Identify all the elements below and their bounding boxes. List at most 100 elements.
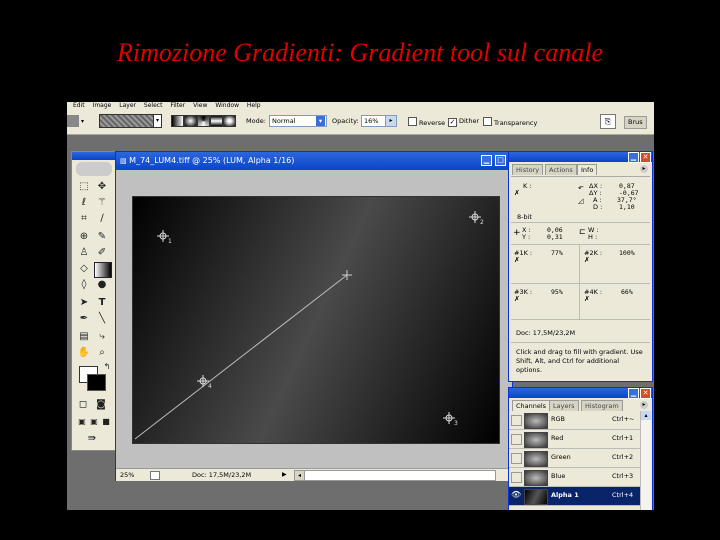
hand-tool-icon[interactable]: ✋ (76, 346, 92, 360)
chevron-down-icon[interactable]: ▾ (81, 118, 84, 125)
visibility-toggle[interactable] (511, 434, 522, 445)
reflected-gradient-icon[interactable] (210, 115, 223, 127)
crosshair-icon: + (513, 228, 521, 238)
notes-tool-icon[interactable]: ▤ (76, 330, 92, 344)
magic-wand-tool-icon[interactable]: ⚚ (94, 196, 110, 210)
screen-mode-full-icon[interactable]: ■ (98, 415, 114, 429)
mode-select[interactable]: Normal ▾ (269, 115, 327, 127)
quick-mask-mode-icon[interactable]: ◙ (93, 398, 109, 412)
dither-checkbox[interactable]: ✓ (448, 118, 457, 127)
menu-layer[interactable]: Layer (119, 102, 136, 109)
radial-gradient-icon[interactable] (184, 115, 197, 127)
menu-select[interactable]: Select (144, 102, 163, 109)
path-selection-tool-icon[interactable]: ➤ (76, 296, 92, 310)
distance-label: D : (593, 203, 603, 211)
document-titlebar[interactable]: ▧ M_74_LUM4.tiff @ 25% (LUM, Alpha 1/16)… (116, 152, 512, 170)
reverse-checkbox[interactable] (408, 117, 417, 126)
tool-preset-icon[interactable] (67, 115, 79, 127)
eye-icon[interactable]: 👁 (511, 490, 521, 499)
maximize-icon[interactable]: □ (495, 155, 506, 166)
channel-row-alpha-1[interactable]: 👁 Alpha 1 Ctrl+4 (509, 487, 640, 506)
channel-list: RGB Ctrl+~ Red Ctrl+1 Green Ctrl+2 Blue … (509, 411, 640, 510)
channel-row-blue[interactable]: Blue Ctrl+3 (509, 468, 640, 487)
chevron-down-icon[interactable]: ▾ (316, 116, 325, 126)
tab-history[interactable]: History (512, 164, 544, 175)
gradient-tool-icon[interactable] (94, 262, 112, 278)
crop-tool-icon[interactable]: ⌗ (76, 212, 92, 226)
zoom-tool-icon[interactable]: ⌕ (94, 346, 110, 360)
channel-row-red[interactable]: Red Ctrl+1 (509, 430, 640, 449)
image-canvas[interactable]: 1 2 3 4 (132, 196, 500, 444)
visibility-toggle[interactable] (511, 415, 522, 426)
tab-histogram[interactable]: Histogram (581, 400, 623, 411)
move-tool-icon[interactable]: ✥ (94, 180, 110, 194)
visibility-toggle[interactable] (511, 472, 522, 483)
channel-list-scrollbar[interactable]: ▴ (640, 411, 651, 510)
menu-image[interactable]: Image (93, 102, 112, 109)
scroll-left-icon[interactable]: ◂ (294, 470, 305, 481)
angle-gradient-icon[interactable] (197, 115, 210, 127)
panel-menu-icon[interactable]: ▸ (640, 401, 648, 409)
tab-info[interactable]: Info (577, 164, 598, 175)
jump-to-imageready-icon[interactable]: ⇛ (84, 432, 100, 446)
minimize-icon[interactable]: ▁ (628, 388, 639, 399)
feather-logo-icon[interactable] (76, 162, 112, 176)
pen-tool-icon[interactable]: ✒ (76, 312, 92, 326)
status-menu-arrow[interactable]: ▶ (282, 469, 287, 481)
dodge-tool-icon[interactable]: ● (94, 278, 110, 292)
diamond-gradient-icon[interactable] (223, 115, 236, 127)
opacity-label: Opacity: (332, 117, 359, 125)
menu-view[interactable]: View (193, 102, 207, 109)
scroll-up-icon[interactable]: ▴ (641, 411, 651, 420)
y-value: 0,31 (547, 233, 563, 241)
close-icon[interactable]: ✕ (640, 152, 651, 163)
preview-icon[interactable] (150, 471, 160, 480)
brush-tool-icon[interactable]: ✎ (94, 230, 110, 244)
swap-colors-icon[interactable]: ↰ (99, 360, 115, 374)
opacity-slider-arrow[interactable]: ▸ (385, 115, 397, 127)
menu-filter[interactable]: Filter (170, 102, 185, 109)
linear-gradient-icon[interactable] (171, 115, 184, 127)
type-tool-icon[interactable]: T (94, 296, 110, 310)
channel-thumbnail (524, 470, 548, 486)
transparency-checkbox[interactable] (483, 117, 492, 126)
zoom-level-field[interactable]: 25% (120, 469, 134, 481)
marquee-tool-icon[interactable]: ⬚ (76, 180, 92, 194)
background-color-swatch[interactable] (87, 374, 106, 391)
history-brush-tool-icon[interactable]: ✐ (94, 246, 110, 260)
brushes-palette-tab[interactable]: Brus (624, 116, 647, 129)
eraser-tool-icon[interactable]: ◇ (76, 262, 92, 276)
reverse-option[interactable]: Reverse (408, 117, 445, 127)
lasso-tool-icon[interactable]: ℓ (76, 196, 92, 210)
horizontal-scrollbar[interactable] (294, 470, 496, 481)
minimize-icon[interactable]: ▁ (628, 152, 639, 163)
document-size-info: Doc: 17,5M/23,2M (192, 471, 252, 479)
menu-help[interactable]: Help (247, 102, 261, 109)
channel-row-rgb[interactable]: RGB Ctrl+~ (509, 411, 640, 430)
menu-edit[interactable]: Edit (73, 102, 85, 109)
menu-window[interactable]: Window (215, 102, 239, 109)
line-tool-icon[interactable]: ╲ (94, 312, 110, 326)
visibility-toggle[interactable] (511, 453, 522, 464)
blur-tool-icon[interactable]: ◊ (76, 278, 92, 292)
minimize-icon[interactable]: ▁ (481, 155, 492, 166)
tab-channels[interactable]: Channels (512, 400, 551, 411)
file-browser-icon[interactable]: ⎘ (600, 114, 616, 129)
channel-thumbnail (524, 489, 548, 505)
dither-option[interactable]: ✓ Dither (448, 117, 479, 127)
info-panel: ▁ ✕ History Actions Info ▸ K : ✗ 8-bit ⬐… (508, 151, 653, 382)
healing-brush-tool-icon[interactable]: ⊕ (76, 230, 92, 244)
channel-row-green[interactable]: Green Ctrl+2 (509, 449, 640, 468)
gradient-picker[interactable] (99, 114, 155, 128)
close-icon[interactable]: ✕ (640, 388, 651, 399)
clone-stamp-tool-icon[interactable]: ♙ (76, 246, 92, 260)
slice-tool-icon[interactable]: ∕ (94, 212, 110, 226)
eyedropper-tool-icon[interactable]: ⤷ (94, 330, 110, 344)
transparency-option[interactable]: Transparency (483, 117, 537, 127)
panel-menu-icon[interactable]: ▸ (640, 165, 648, 173)
standard-mode-icon[interactable]: ◻ (75, 398, 91, 412)
tab-layers[interactable]: Layers (549, 400, 579, 411)
divider (511, 222, 650, 223)
tab-actions[interactable]: Actions (545, 164, 577, 175)
gradient-picker-arrow[interactable]: ▾ (153, 114, 162, 128)
